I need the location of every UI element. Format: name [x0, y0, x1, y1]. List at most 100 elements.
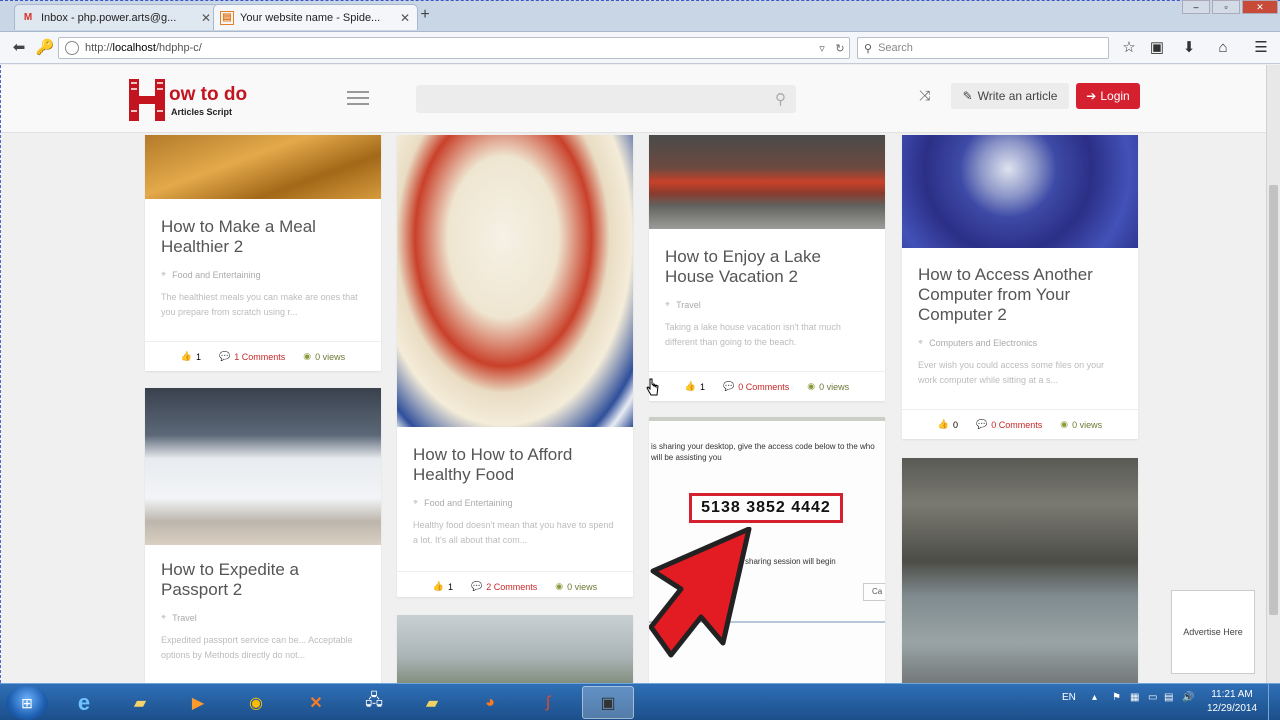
- bookmarks-menu-icon[interactable]: ▣: [1147, 38, 1167, 58]
- internet-explorer-icon[interactable]: e: [58, 686, 110, 719]
- site-logo-subtitle: Articles Script: [171, 107, 233, 117]
- start-button[interactable]: ⊞: [6, 686, 48, 720]
- firefox-icon[interactable]: ◕: [464, 686, 516, 719]
- article-card[interactable]: [902, 458, 1138, 683]
- identity-key-icon[interactable]: 🔑: [34, 38, 56, 58]
- scrollbar-thumb[interactable]: [1269, 185, 1278, 615]
- browser-tab-strip: M Inbox - php.power.arts@g... ✕ ▤ Your w…: [0, 0, 1280, 32]
- article-card[interactable]: How to Expedite a Passport 2 ⌖ Travel Exp…: [145, 388, 381, 683]
- downloads-icon[interactable]: ⬇: [1179, 38, 1199, 58]
- article-card[interactable]: How to Make a Meal Healthier 2 ⌖ Food and…: [145, 135, 381, 371]
- thumbs-up-icon: 👍: [180, 351, 193, 361]
- views-stat: ◉ 0 views: [807, 381, 850, 392]
- comments-stat[interactable]: 💬 2 Comments: [471, 581, 537, 592]
- article-thumbnail[interactable]: [397, 615, 633, 683]
- article-card[interactable]: How to Enjoy a Lake House Vacation 2 ⌖ Tr…: [649, 135, 885, 401]
- article-thumbnail[interactable]: [902, 135, 1138, 248]
- article-card[interactable]: How to Access Another Computer from Your…: [902, 135, 1138, 439]
- system-clock[interactable]: 11:21 AM 12/29/2014: [1202, 688, 1262, 716]
- maximize-button[interactable]: ▫: [1212, 0, 1240, 14]
- random-article-icon[interactable]: ⤨: [919, 87, 930, 104]
- html-editor-icon[interactable]: ʃ: [522, 686, 574, 719]
- close-tab-icon[interactable]: ✕: [399, 11, 411, 25]
- bookmark-star-icon[interactable]: ☆: [1119, 38, 1139, 58]
- tray-app-icon[interactable]: ▦: [1130, 692, 1139, 703]
- folder-app-icon[interactable]: ▰: [406, 686, 458, 719]
- article-title[interactable]: How to Access Another Computer from Your…: [918, 265, 1122, 325]
- article-card[interactable]: How to How to Afford Healthy Food ⌖ Food …: [397, 135, 633, 597]
- search-icon[interactable]: ⚲: [775, 90, 786, 108]
- article-stats: 👍 1 💬 1 Comments ◉ 0 views: [145, 341, 381, 371]
- article-category[interactable]: ⌖ Food and Entertaining: [413, 497, 617, 508]
- url-text: http://localhost/hdphp-c/: [85, 42, 202, 54]
- likes-stat[interactable]: 👍 1: [685, 381, 705, 392]
- site-favicon-icon: ▤: [220, 10, 234, 25]
- login-button[interactable]: ➔ Login: [1076, 83, 1140, 109]
- comments-stat[interactable]: 💬 1 Comments: [219, 351, 285, 362]
- article-thumbnail[interactable]: [145, 135, 381, 199]
- address-bar[interactable]: http://localhost/hdphp-c/ ▿ ↻: [58, 37, 850, 59]
- likes-stat[interactable]: 👍 1: [181, 351, 201, 362]
- thumbs-up-icon: 👍: [937, 419, 950, 429]
- minimize-button[interactable]: –: [1182, 0, 1210, 14]
- article-excerpt: The healthiest meals you can make are on…: [161, 292, 358, 317]
- article-title[interactable]: How to Expedite a Passport 2: [161, 560, 365, 600]
- article-excerpt: Taking a lake house vacation isn't that …: [665, 322, 841, 347]
- likes-stat[interactable]: 👍 0: [938, 419, 958, 430]
- show-hidden-icons[interactable]: ▴: [1092, 692, 1097, 703]
- location-pin-icon: ⌖: [161, 269, 167, 279]
- reload-icon[interactable]: ↻: [831, 42, 849, 55]
- close-tab-icon[interactable]: ✕: [200, 11, 212, 25]
- sign-in-icon: ➔: [1086, 89, 1097, 103]
- article-thumbnail[interactable]: [145, 388, 381, 545]
- article-thumbnail[interactable]: [649, 135, 885, 229]
- location-pin-icon: ⌖: [665, 299, 671, 309]
- language-indicator[interactable]: EN: [1062, 692, 1076, 703]
- media-player-icon[interactable]: ▶: [172, 686, 224, 719]
- thumbs-up-icon: 👍: [684, 381, 697, 391]
- likes-stat[interactable]: 👍 1: [433, 581, 453, 592]
- tab-inbox[interactable]: M Inbox - php.power.arts@g... ✕: [14, 4, 219, 30]
- article-category[interactable]: ⌖ Travel: [665, 299, 869, 310]
- network-icon[interactable]: ▤: [1164, 692, 1173, 703]
- write-article-button[interactable]: ✎ Write an article: [951, 83, 1069, 109]
- home-icon[interactable]: ⌂: [1213, 38, 1233, 58]
- site-logo-icon[interactable]: [127, 77, 167, 123]
- file-explorer-icon[interactable]: ▰: [114, 686, 166, 719]
- article-category[interactable]: ⌖ Computers and Electronics: [918, 337, 1122, 348]
- dropdown-arrow-icon[interactable]: ▿: [813, 42, 831, 55]
- tab-website[interactable]: ▤ Your website name - Spide... ✕: [213, 4, 418, 30]
- article-category[interactable]: ⌖ Travel: [161, 612, 365, 623]
- article-title[interactable]: How to Make a Meal Healthier 2: [161, 217, 365, 257]
- article-title[interactable]: How to How to Afford Healthy Food: [413, 445, 617, 485]
- advertise-box[interactable]: Advertise Here: [1171, 590, 1255, 674]
- article-title[interactable]: How to Enjoy a Lake House Vacation 2: [665, 247, 869, 287]
- site-search-input[interactable]: ⚲: [416, 85, 796, 113]
- chrome-icon[interactable]: ◉: [230, 686, 282, 719]
- focus-outline: [0, 0, 1280, 2]
- back-button[interactable]: ⬅: [8, 38, 30, 58]
- views-stat: ◉ 0 views: [303, 351, 346, 362]
- menu-toggle-button[interactable]: [341, 83, 375, 113]
- edit-icon: ✎: [962, 89, 973, 103]
- show-desktop-button[interactable]: [1268, 684, 1280, 720]
- menu-icon[interactable]: ☰: [1251, 38, 1271, 58]
- article-card[interactable]: [397, 615, 633, 683]
- search-field[interactable]: ⚲ Search: [857, 37, 1109, 59]
- article-card[interactable]: is sharing your desktop, give the access…: [649, 417, 885, 683]
- flag-icon[interactable]: ⚑: [1112, 692, 1121, 703]
- article-thumbnail[interactable]: [397, 135, 633, 427]
- comments-stat[interactable]: 💬 0 Comments: [976, 419, 1042, 430]
- xampp-icon[interactable]: ✕: [290, 686, 342, 719]
- network-app-icon[interactable]: 🖧: [348, 686, 400, 719]
- article-category[interactable]: ⌖ Food and Entertaining: [161, 269, 365, 280]
- volume-icon[interactable]: 🔊: [1182, 692, 1194, 703]
- site-logo-text[interactable]: ow to do: [169, 85, 247, 105]
- tray-window-icon[interactable]: ▭: [1148, 692, 1157, 703]
- recording-app-icon[interactable]: ▣: [582, 686, 634, 719]
- page-scrollbar[interactable]: [1266, 65, 1280, 683]
- comments-stat[interactable]: 💬 0 Comments: [723, 381, 789, 392]
- close-window-button[interactable]: ✕: [1242, 0, 1278, 14]
- new-tab-button[interactable]: +: [416, 6, 434, 26]
- article-thumbnail[interactable]: [902, 458, 1138, 683]
